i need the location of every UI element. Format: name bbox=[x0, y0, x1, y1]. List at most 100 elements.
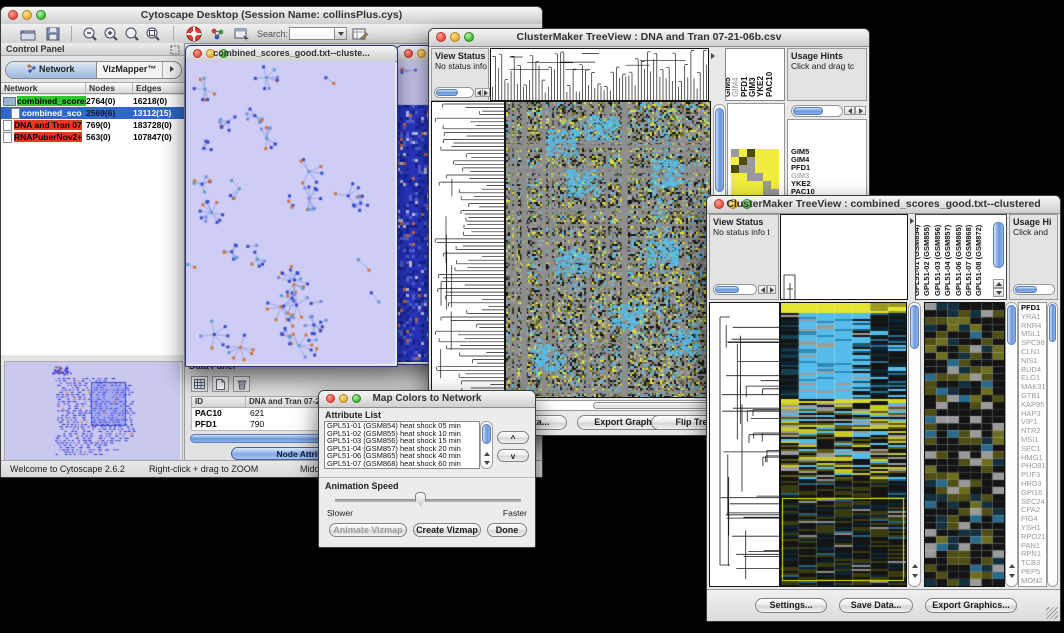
snapshot-icon[interactable] bbox=[233, 26, 251, 42]
tv2-row-label[interactable]: MON2 bbox=[1021, 577, 1047, 586]
dialog-title: Map Colors to Network bbox=[319, 393, 535, 404]
delete-attribute-button[interactable] bbox=[233, 376, 250, 392]
tv2-column-label[interactable]: GPL51-03 (GSM856) bbox=[933, 225, 942, 296]
network-edges: 107847(0) bbox=[133, 132, 184, 142]
table-icon bbox=[194, 379, 205, 389]
tv2-expand-arrow-icon[interactable] bbox=[910, 218, 914, 224]
matrix-cell bbox=[771, 181, 779, 189]
tv2-heatmap[interactable] bbox=[780, 302, 907, 587]
animation-speed-label: Animation Speed bbox=[325, 481, 399, 491]
tv2-hints-hscrollbar[interactable] bbox=[1013, 284, 1055, 295]
done-button[interactable]: Done bbox=[487, 523, 527, 537]
plugins-icon[interactable] bbox=[209, 26, 227, 42]
network-canvas-1[interactable] bbox=[186, 61, 395, 364]
network-row[interactable]: combined_sco2569(6)13112(15) bbox=[1, 107, 184, 119]
treeview2-titlebar[interactable]: ClusterMaker TreeView : combined_scores_… bbox=[707, 196, 1060, 214]
animate-vizmap-button[interactable]: Animate Vizmap bbox=[329, 523, 407, 537]
search-dropdown-button[interactable] bbox=[334, 27, 347, 40]
zoom-selected-icon[interactable] bbox=[123, 26, 141, 42]
matrix-cell bbox=[763, 149, 771, 157]
tv1-status-hscrollbar[interactable] bbox=[434, 87, 474, 98]
animation-speed-slider[interactable] bbox=[335, 499, 521, 502]
data-col-id[interactable]: ID bbox=[192, 397, 246, 407]
tv2-column-label[interactable]: GPL51-07 (GSM868) bbox=[964, 225, 973, 296]
attribute-list-scrollbar[interactable] bbox=[480, 421, 493, 469]
tv2-column-label[interactable]: GPL51-06 (GSM865) bbox=[954, 225, 963, 296]
move-down-button[interactable]: v bbox=[497, 449, 529, 462]
minimize-button[interactable] bbox=[417, 49, 426, 58]
tv1-right-hscrollbar[interactable] bbox=[791, 105, 843, 117]
tv2-zoom-vscrollbar[interactable] bbox=[1005, 302, 1018, 587]
create-attribute-button[interactable] bbox=[212, 376, 229, 392]
tv2-zoom-heatmap[interactable] bbox=[924, 302, 1005, 587]
attribute-list-label: Attribute List bbox=[325, 410, 381, 420]
tv2-heatmap-vscrollbar[interactable] bbox=[908, 302, 921, 587]
tv2-collabels-scrollbar[interactable] bbox=[992, 216, 1005, 286]
network-row[interactable]: DNA and Tran 07769(0)183728(0) bbox=[1, 119, 184, 131]
tv1-heatmap[interactable] bbox=[505, 101, 711, 398]
zoom-in-icon[interactable] bbox=[102, 26, 120, 42]
tv2-settings-button[interactable]: Settings... bbox=[755, 598, 827, 613]
tv2-status-hscrollbar[interactable] bbox=[713, 284, 757, 295]
tv1-correlation-matrix[interactable] bbox=[731, 149, 779, 197]
tv1-row-dendrogram[interactable] bbox=[431, 101, 505, 398]
open-folder-icon[interactable] bbox=[19, 26, 37, 42]
attribute-select-button[interactable] bbox=[191, 376, 208, 392]
main-titlebar[interactable]: Cytoscape Desktop (Session Name: collins… bbox=[1, 7, 542, 25]
tv2-row-dendrogram[interactable] bbox=[709, 302, 780, 587]
tv2-column-label[interactable]: GPL51-01 (GSM854) bbox=[915, 225, 921, 296]
tv1-column-label[interactable]: PAC10 bbox=[765, 72, 774, 97]
tv1-column-dendrogram[interactable] bbox=[490, 48, 709, 101]
search-input[interactable] bbox=[289, 27, 335, 40]
tv2-save-data-button[interactable]: Save Data... bbox=[839, 598, 913, 613]
float-panel-icon[interactable] bbox=[170, 45, 180, 55]
tv2-labels-vscrollbar[interactable] bbox=[1047, 302, 1058, 587]
tv2-column-label[interactable]: GPL51-02 (GSM855) bbox=[922, 225, 931, 296]
tab-vizmapper[interactable]: VizMapper™ bbox=[97, 62, 163, 78]
new-document-icon bbox=[216, 379, 225, 390]
network-overview[interactable] bbox=[4, 361, 183, 463]
tab-overflow-button[interactable] bbox=[163, 62, 181, 78]
dialog-titlebar[interactable]: Map Colors to Network bbox=[319, 391, 535, 408]
matrix-cell bbox=[755, 157, 763, 165]
slider-thumb[interactable] bbox=[415, 492, 426, 506]
tv2-column-dendrogram[interactable] bbox=[780, 214, 908, 300]
network-nodes: 2569(6) bbox=[86, 108, 133, 118]
network-row[interactable]: combined_scores2764(0)16218(0) bbox=[1, 95, 184, 107]
matrix-cell bbox=[747, 165, 755, 173]
tv1-column-label[interactable]: YKE2 bbox=[756, 76, 765, 97]
matrix-cell bbox=[731, 165, 739, 173]
tv1-expand-arrow-icon[interactable] bbox=[711, 53, 715, 59]
zoom-out-icon[interactable] bbox=[81, 26, 99, 42]
help-lifesaver-icon[interactable] bbox=[185, 26, 203, 42]
tv1-column-labels[interactable]: GIM5GIM4PFD1GIM3YKE2PAC10 bbox=[725, 48, 785, 101]
create-vizmap-button[interactable]: Create Vizmap bbox=[413, 523, 481, 537]
network-row[interactable]: RNAPuberNov2+563(0)107847(0) bbox=[1, 131, 184, 143]
tv2-export-graphics-button[interactable]: Export Graphics... bbox=[925, 598, 1017, 613]
move-up-button[interactable]: ^ bbox=[497, 431, 529, 444]
tv1-column-label[interactable]: GIM4 bbox=[731, 77, 740, 97]
attribute-item[interactable]: GPL51-07 (GSM868) heat shock 60 min bbox=[325, 460, 479, 468]
treeview1-titlebar[interactable]: ClusterMaker TreeView : DNA and Tran 07-… bbox=[429, 29, 869, 47]
tv2-column-labels[interactable]: GPL51-01 (GSM854)GPL51-02 (GSM855)GPL51-… bbox=[915, 214, 1007, 300]
netview1-titlebar[interactable]: combined_scores_good.txt--cluste... bbox=[186, 46, 397, 62]
tab-network[interactable]: Network bbox=[6, 62, 97, 78]
network-nodes: 563(0) bbox=[86, 132, 133, 142]
matrix-cell bbox=[739, 157, 747, 165]
tv1-heatmap-hscrollbar[interactable] bbox=[505, 400, 725, 411]
attribute-list[interactable]: GPL51-01 (GSM854) heat shock 05 minGPL51… bbox=[324, 421, 480, 469]
folder-icon bbox=[3, 97, 16, 106]
network-view-window-1: combined_scores_good.txt--cluste... bbox=[185, 45, 398, 367]
matrix-cell bbox=[739, 149, 747, 157]
col-nodes[interactable]: Nodes bbox=[86, 83, 133, 93]
tv2-row-labels[interactable]: PFD1YRA1RNR4MSL1SPC98CLN1NIS1BUD4ELG1MAK… bbox=[1021, 304, 1047, 586]
save-icon[interactable] bbox=[44, 26, 62, 42]
resize-grip[interactable] bbox=[1046, 607, 1058, 619]
col-edges[interactable]: Edges bbox=[133, 83, 184, 93]
tv2-column-label[interactable]: GPL51-04 (GSM857) bbox=[943, 225, 952, 296]
attribute-editor-icon[interactable] bbox=[351, 26, 369, 42]
col-network[interactable]: Network bbox=[1, 83, 86, 93]
tv2-column-label[interactable]: GPL51-08 (GSM872) bbox=[974, 225, 983, 296]
close-button[interactable] bbox=[404, 49, 413, 58]
zoom-fit-icon[interactable] bbox=[144, 26, 162, 42]
